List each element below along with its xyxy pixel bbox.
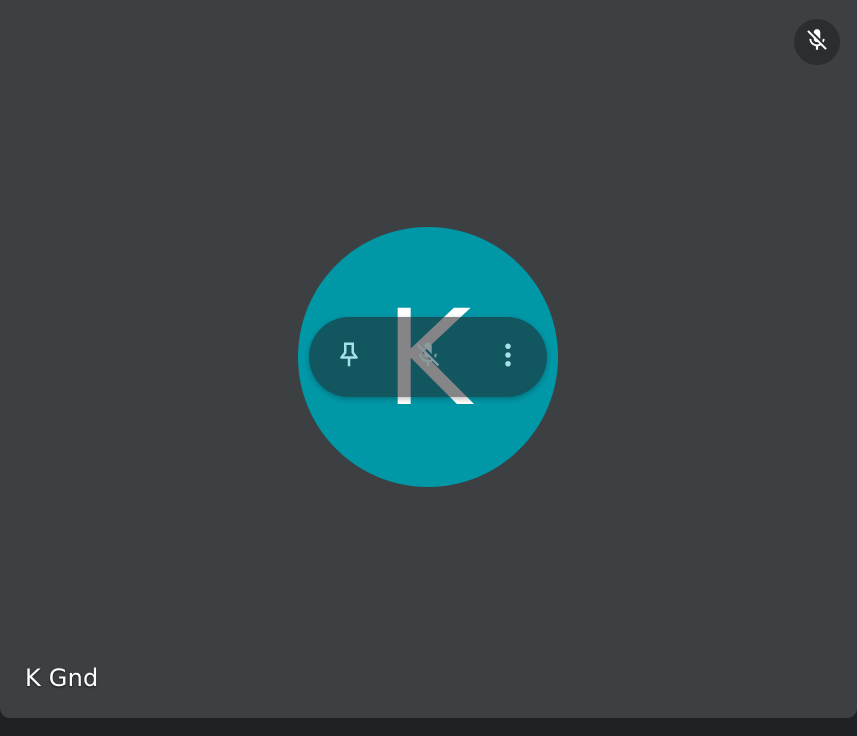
tile-hover-controls (309, 317, 547, 397)
more-options-button[interactable] (484, 333, 532, 381)
pin-button[interactable] (325, 333, 373, 381)
mic-off-icon (804, 27, 830, 58)
mic-off-icon (413, 340, 443, 375)
participant-tile[interactable]: K K Gn (0, 0, 857, 718)
pin-icon (334, 340, 364, 375)
participant-name: K Gnd (25, 664, 99, 692)
muted-indicator (794, 19, 840, 65)
mute-participant-button[interactable] (404, 333, 452, 381)
more-vert-icon (493, 340, 523, 375)
